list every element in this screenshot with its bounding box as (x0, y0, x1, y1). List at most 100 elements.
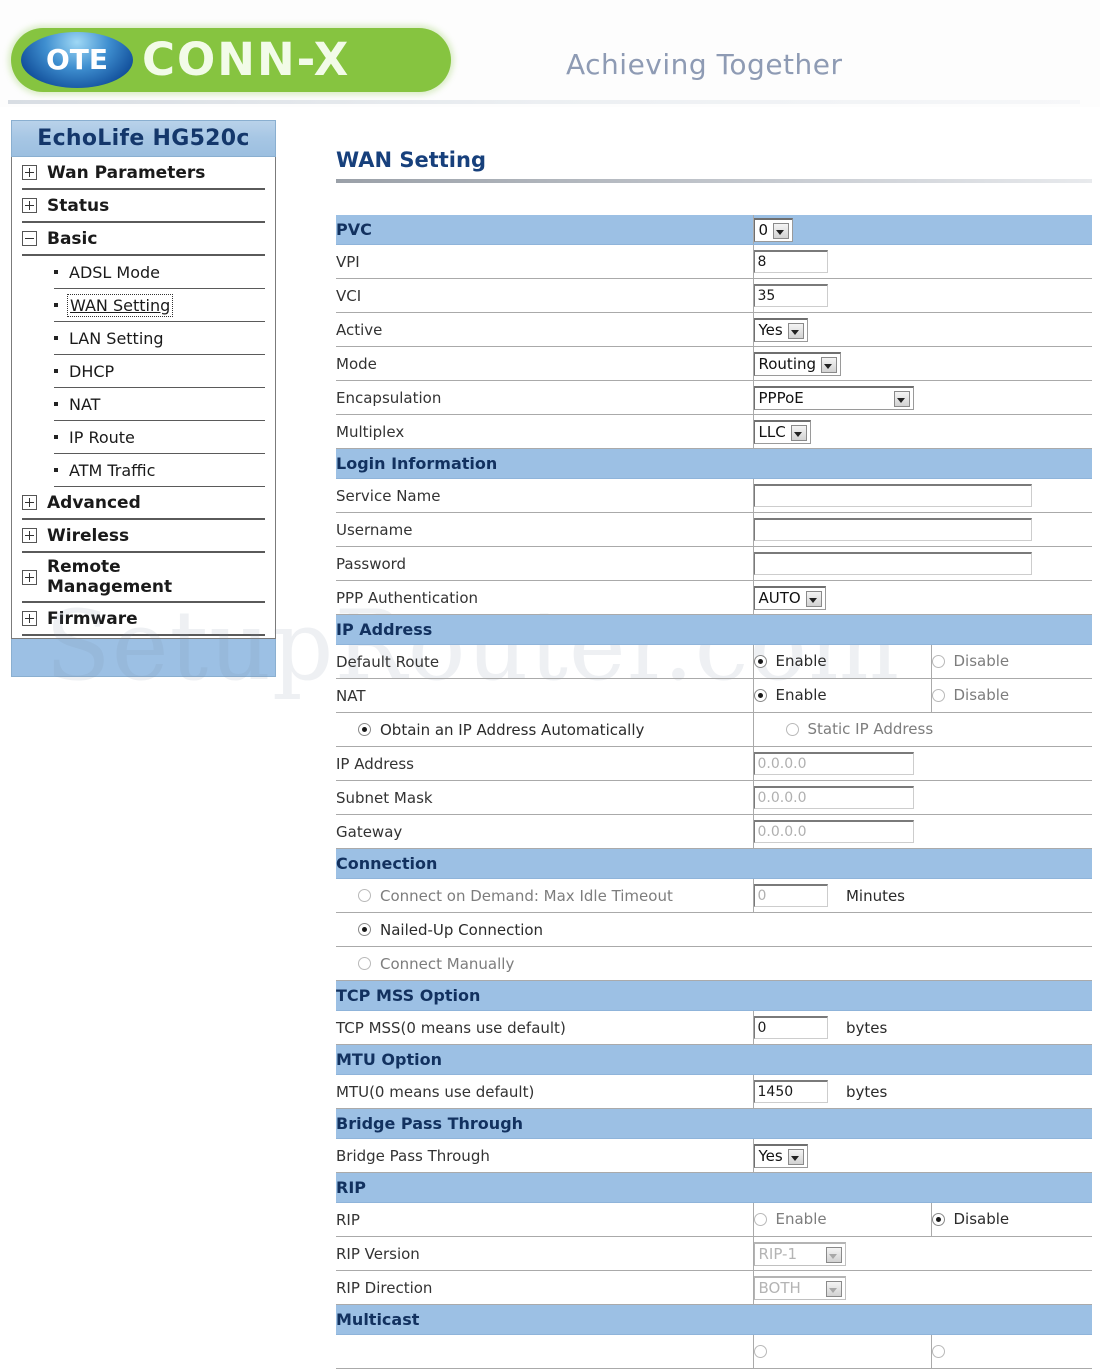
default-route-enable-radio[interactable]: Enable (753, 652, 827, 670)
mtu-label: MTU(0 means use default) (336, 1074, 753, 1109)
bullet-icon (54, 435, 58, 439)
rip-direction-select[interactable]: BOTH (753, 1275, 846, 1300)
bullet-icon (54, 468, 58, 472)
ip-address-input[interactable]: 0.0.0.0 (753, 752, 914, 775)
chevron-down-icon (828, 1253, 837, 1259)
radio-label: Nailed-Up Connection (380, 920, 544, 939)
sidebar-footer-bar (11, 639, 276, 677)
expand-plus-icon[interactable] (22, 569, 37, 585)
username-label: Username (336, 512, 753, 547)
sidebar-item-ip-route[interactable]: IP Route (54, 421, 265, 454)
sidebar-item-basic[interactable]: Basic (22, 223, 265, 256)
expand-plus-icon[interactable] (22, 495, 37, 510)
bytes-unit-label: bytes (845, 1082, 888, 1101)
mtu-input[interactable]: 1450 (753, 1080, 828, 1103)
sidebar-item-firmware[interactable]: Firmware (22, 603, 265, 636)
expand-plus-icon[interactable] (22, 528, 37, 543)
service-name-input[interactable] (753, 484, 1032, 507)
connect-manually-radio[interactable]: Connect Manually (358, 955, 514, 973)
static-ip-radio[interactable]: Static IP Address (785, 720, 934, 739)
bridge-select-value: Yes (758, 1146, 783, 1165)
row-encapsulation: Encapsulation PPPoE (336, 380, 1093, 415)
sidebar-item-wan-parameters[interactable]: Wan Parameters (22, 157, 265, 190)
bullet-icon (54, 369, 58, 373)
ppp-auth-label: PPP Authentication (336, 580, 753, 615)
section-bridge-header: Bridge Pass Through (336, 1108, 1093, 1139)
vci-input[interactable]: 35 (753, 284, 828, 307)
radio-indicator (358, 723, 371, 737)
expand-plus-icon[interactable] (22, 611, 37, 626)
default-route-disable-cell: Disable (930, 644, 1093, 679)
sidebar-item-wan-setting[interactable]: WAN Setting (54, 289, 265, 322)
sidebar-item-remote-management[interactable]: Remote Management (22, 553, 265, 603)
sidebar-item-wireless[interactable]: Wireless (22, 520, 265, 553)
tcp-mss-input[interactable]: 0 (753, 1016, 828, 1039)
nat-disable-cell: Disable (930, 678, 1093, 713)
sidebar-item-status[interactable]: Status (22, 190, 265, 223)
default-route-disable-radio[interactable]: Disable (931, 652, 1010, 671)
multiplex-select-value: LLC (758, 422, 786, 441)
max-idle-timeout-input[interactable]: 0 (753, 884, 828, 907)
chevron-down-icon (808, 597, 817, 603)
nailed-up-radio[interactable]: Nailed-Up Connection (358, 921, 543, 939)
sidebar-item-advanced[interactable]: Advanced (22, 487, 265, 520)
nat-disable-radio[interactable]: Disable (931, 686, 1009, 704)
multicast-radio-2[interactable] (931, 1344, 954, 1358)
radio-label: Disable (953, 652, 1010, 671)
rip-version-select[interactable]: RIP-1 (753, 1241, 846, 1266)
active-select[interactable]: Yes (753, 317, 808, 342)
sidebar-item-atm-traffic[interactable]: ATM Traffic (54, 454, 265, 487)
mode-label: Mode (336, 346, 753, 381)
encapsulation-select[interactable]: PPPoE (753, 385, 914, 410)
multicast-radio-1[interactable] (753, 1344, 776, 1358)
section-title: MTU Option (336, 1044, 1093, 1075)
rip-disable-radio[interactable]: Disable (931, 1210, 1009, 1228)
vpi-input[interactable]: 8 (753, 250, 828, 273)
obtain-ip-auto-radio[interactable]: Obtain an IP Address Automatically (358, 721, 644, 739)
section-tcp-mss-header: TCP MSS Option (336, 980, 1093, 1011)
gateway-input[interactable]: 0.0.0.0 (753, 820, 914, 843)
active-label: Active (336, 312, 753, 347)
mode-select[interactable]: Routing (753, 351, 842, 376)
username-input[interactable] (753, 518, 1032, 541)
radio-indicator (753, 1212, 767, 1226)
site-banner: CONN-X OTE Achieving Together (0, 0, 1100, 107)
max-idle-timeout-cell: 0 Minutes (752, 878, 1093, 913)
sidebar-item-lan-setting[interactable]: LAN Setting (54, 322, 265, 355)
row-rip: RIP Enable Disable (336, 1202, 1093, 1237)
row-username: Username (336, 512, 1093, 547)
subnet-mask-input[interactable]: 0.0.0.0 (753, 786, 914, 809)
sidebar-item-label: ADSL Mode (69, 262, 161, 282)
pvc-select[interactable]: 0 (753, 217, 794, 242)
nat-enable-radio[interactable]: Enable (753, 686, 827, 705)
ppp-auth-select[interactable]: AUTO (753, 585, 826, 610)
multicast-option2-cell[interactable] (930, 1334, 1093, 1369)
pvc-select-value: 0 (758, 220, 769, 239)
title-divider (336, 179, 1092, 183)
sidebar-item-nat[interactable]: NAT (54, 388, 265, 421)
row-rip-version: RIP Version RIP-1 (336, 1236, 1093, 1271)
expand-plus-icon[interactable] (22, 198, 37, 213)
sidebar-item-adsl-mode[interactable]: ADSL Mode (54, 256, 265, 289)
radio-indicator (358, 957, 371, 971)
radio-label: Enable (775, 686, 827, 705)
password-input[interactable] (753, 552, 1032, 575)
row-bridge-pass-through: Bridge Pass Through Yes (336, 1138, 1093, 1173)
row-multicast-cutoff (336, 1334, 1093, 1369)
page-title: WAN Setting (336, 148, 486, 172)
sidebar-item-label: DHCP (69, 361, 115, 381)
bridge-select[interactable]: Yes (753, 1143, 808, 1168)
radio-indicator (785, 722, 799, 736)
multiplex-select[interactable]: LLC (753, 419, 811, 444)
sidebar-item-label: Wan Parameters (47, 162, 206, 183)
expand-plus-icon[interactable] (22, 165, 37, 180)
radio-label: Static IP Address (807, 720, 934, 739)
sidebar-item-label: Firmware (47, 608, 138, 629)
multicast-option1-cell[interactable] (752, 1334, 931, 1369)
bullet-icon (54, 303, 58, 307)
collapse-minus-icon[interactable] (22, 231, 37, 246)
sidebar-item-dhcp[interactable]: DHCP (54, 355, 265, 388)
rip-enable-radio[interactable]: Enable (753, 1210, 827, 1228)
connect-on-demand-radio[interactable]: Connect on Demand: Max Idle Timeout (358, 887, 673, 905)
section-connection-header: Connection (336, 848, 1093, 879)
